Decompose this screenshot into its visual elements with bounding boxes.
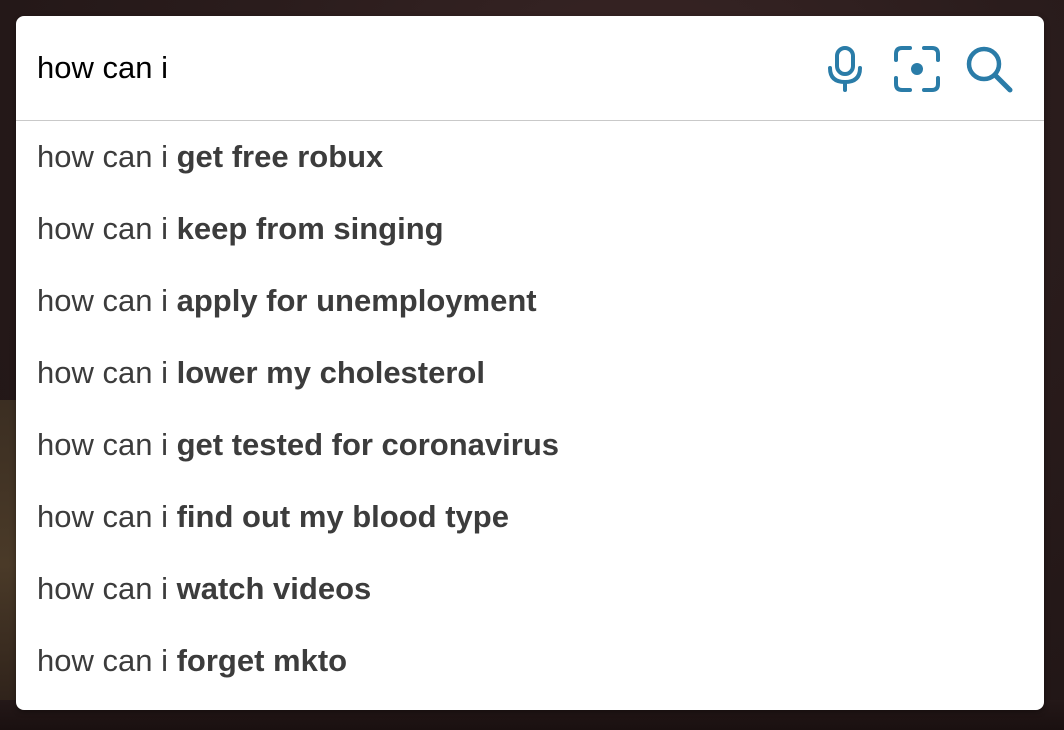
suggestion-prefix: how can i xyxy=(37,499,168,534)
search-icon[interactable] xyxy=(964,44,1014,94)
search-input[interactable] xyxy=(37,46,797,90)
search-suggestions-panel: how can i get free robux how can i keep … xyxy=(16,16,1044,710)
suggestion-item[interactable]: how can i lower my cholesterol xyxy=(16,337,1044,409)
suggestion-completion: apply for unemployment xyxy=(176,283,537,318)
suggestion-item[interactable]: how can i get tested for coronavirus xyxy=(16,409,1044,481)
suggestion-prefix: how can i xyxy=(37,355,168,390)
search-bar-actions xyxy=(798,44,1014,94)
microphone-icon[interactable] xyxy=(820,44,870,94)
suggestion-completion: keep from singing xyxy=(176,211,444,246)
suggestion-prefix: how can i xyxy=(37,139,168,174)
suggestion-completion: get free robux xyxy=(176,139,384,174)
search-bar xyxy=(16,16,1044,121)
suggestion-item[interactable]: how can i keep from singing xyxy=(16,193,1044,265)
suggestion-item[interactable]: how can i find out my blood type xyxy=(16,481,1044,553)
suggestion-list: how can i get free robux how can i keep … xyxy=(16,121,1044,697)
suggestion-prefix: how can i xyxy=(37,571,168,606)
suggestion-prefix: how can i xyxy=(37,643,168,678)
suggestion-completion: get tested for coronavirus xyxy=(176,427,560,462)
camera-lens-icon[interactable] xyxy=(892,44,942,94)
suggestion-completion: forget mkto xyxy=(176,643,348,678)
suggestion-prefix: how can i xyxy=(37,283,168,318)
suggestion-item[interactable]: how can i watch videos xyxy=(16,553,1044,625)
suggestion-completion: lower my cholesterol xyxy=(176,355,485,390)
suggestion-completion: find out my blood type xyxy=(176,499,509,534)
suggestion-item[interactable]: how can i forget mkto xyxy=(16,625,1044,697)
suggestion-prefix: how can i xyxy=(37,211,168,246)
suggestion-prefix: how can i xyxy=(37,427,168,462)
suggestion-item[interactable]: how can i get free robux xyxy=(16,121,1044,193)
suggestion-completion: watch videos xyxy=(176,571,372,606)
suggestion-item[interactable]: how can i apply for unemployment xyxy=(16,265,1044,337)
